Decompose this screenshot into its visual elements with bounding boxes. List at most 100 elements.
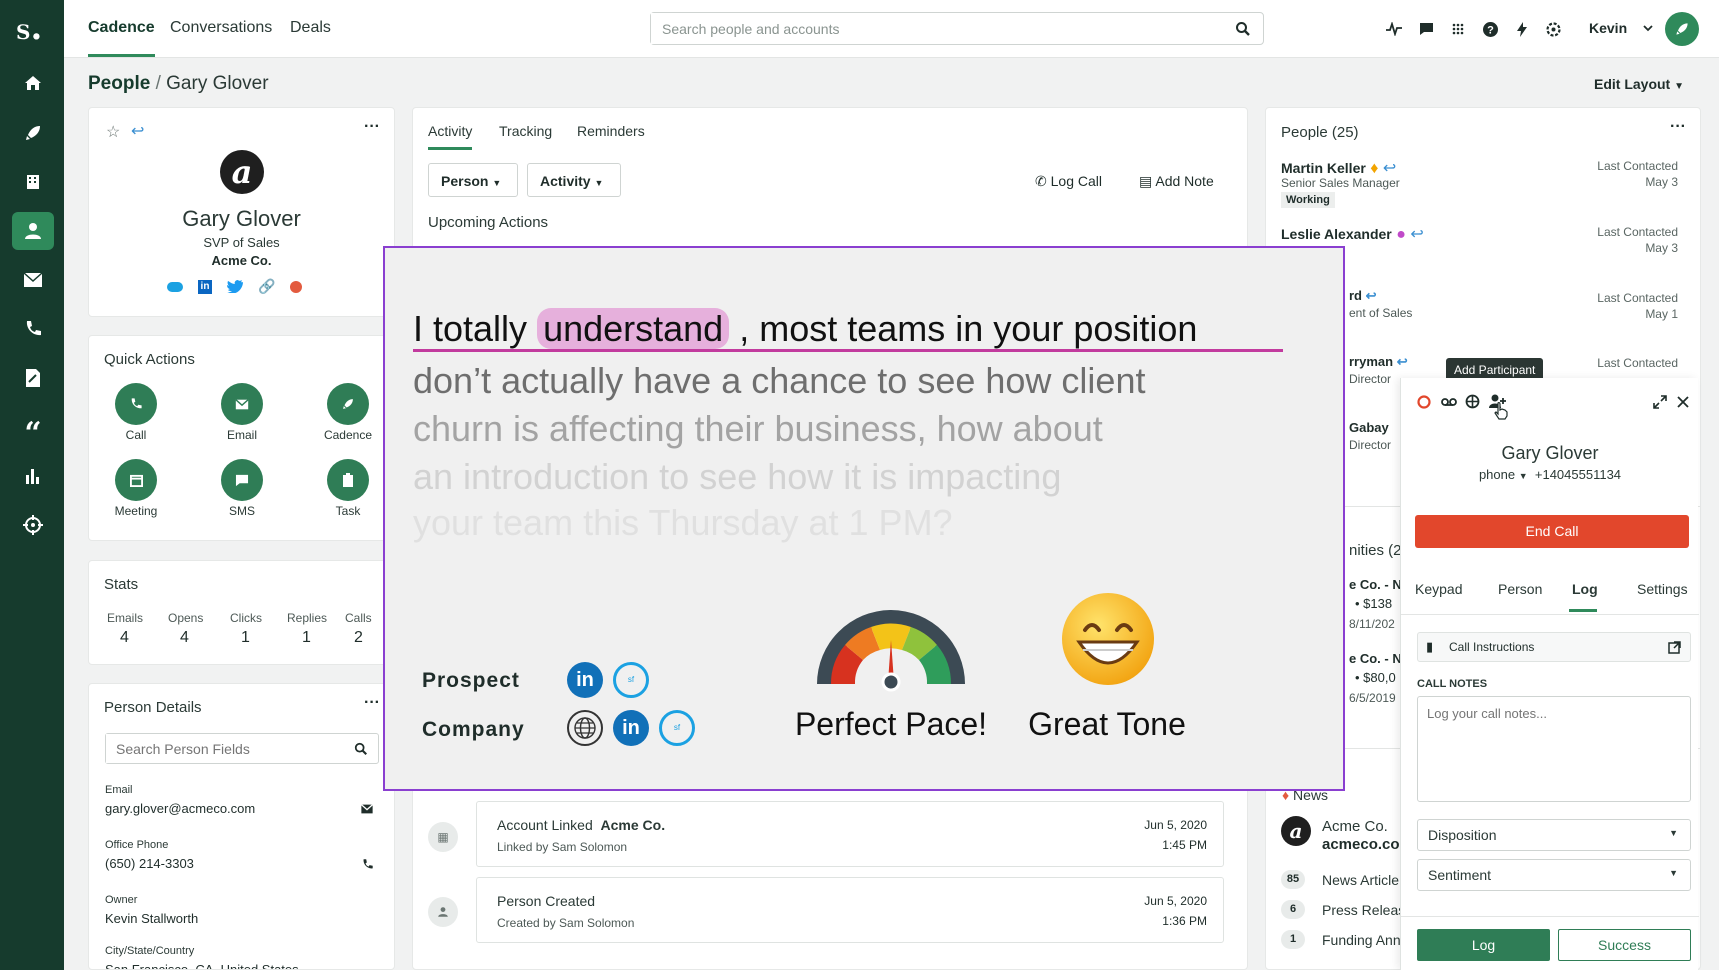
salesforce-icon[interactable]: sf (613, 662, 649, 698)
note-icon: ▤ (1139, 173, 1153, 189)
person-row[interactable]: Leslie Alexander ● ↩ (1281, 224, 1424, 244)
opportunities-title: nities (2) (1349, 542, 1407, 559)
linkedin-icon[interactable]: in (567, 662, 603, 698)
more-options-icon[interactable]: ··· (1670, 118, 1686, 136)
person-name[interactable]: rd ↩ (1349, 288, 1377, 304)
opportunity-amount: • $80,0 (1355, 670, 1396, 685)
expand-icon[interactable] (1653, 395, 1667, 409)
star-icon[interactable]: ☆ (106, 122, 120, 142)
salesforce-icon[interactable] (167, 281, 183, 292)
disposition-select[interactable]: Disposition ▼ (1417, 819, 1691, 851)
task-action-label: Task (335, 504, 361, 518)
task-action-button[interactable] (327, 459, 369, 501)
mail-icon[interactable] (12, 261, 54, 299)
user-avatar[interactable] (1665, 12, 1699, 46)
field-value-email[interactable]: gary.glover@acmeco.com (105, 801, 255, 816)
quote-icon[interactable]: “ (12, 408, 54, 451)
log-call-button[interactable]: ✆ Log Call (1035, 173, 1102, 190)
activity-filter-dropdown[interactable]: Activity ▼ (527, 163, 621, 197)
cadence-action-button[interactable] (327, 383, 369, 425)
add-note-button[interactable]: ▤ Add Note (1139, 173, 1214, 190)
person-name: Leslie Alexander (1281, 226, 1392, 242)
email-action-button[interactable] (221, 383, 263, 425)
phone-icon[interactable] (361, 858, 374, 871)
call-instructions-row[interactable]: ▮ Call Instructions (1417, 632, 1691, 662)
person-name[interactable]: Gabay (1349, 420, 1389, 435)
chevron-down-icon[interactable] (1643, 25, 1653, 32)
feed-item[interactable]: Person Created Created by Sam Solomon Ju… (476, 877, 1224, 943)
open-external-icon[interactable] (1668, 641, 1681, 654)
reply-arrow-icon[interactable]: ↩ (131, 121, 144, 141)
integration-icon[interactable] (290, 280, 303, 293)
sms-action-label: SMS (228, 504, 255, 518)
field-value-phone[interactable]: (650) 214-3303 (105, 856, 194, 871)
link-icon[interactable]: 🔗 (258, 278, 275, 295)
phone-type-select[interactable]: phone (1479, 467, 1515, 482)
upcoming-actions-title: Upcoming Actions (428, 214, 549, 231)
twitter-icon[interactable] (227, 280, 243, 293)
record-icon[interactable] (1417, 395, 1431, 409)
activity-pulse-icon[interactable] (1385, 20, 1403, 38)
news-domain[interactable]: acmeco.co (1322, 836, 1400, 853)
tab-keypad[interactable]: Keypad (1415, 581, 1462, 597)
news-type[interactable]: Press Releas (1322, 902, 1405, 918)
success-button[interactable]: Success (1558, 929, 1691, 961)
target-icon[interactable] (12, 506, 54, 544)
opportunity-name[interactable]: e Co. - N (1349, 577, 1402, 592)
end-call-button[interactable]: End Call (1415, 515, 1689, 548)
search-icon[interactable] (354, 742, 368, 756)
more-options-icon[interactable]: ··· (364, 118, 380, 136)
help-icon[interactable]: ? (1481, 20, 1499, 38)
person-filter-dropdown[interactable]: Person ▼ (428, 163, 518, 197)
phone-icon[interactable] (12, 310, 54, 348)
tab-conversations[interactable]: Conversations (170, 19, 272, 37)
accounts-icon[interactable] (12, 163, 54, 201)
search-input[interactable] (651, 13, 1211, 44)
salesloft-logo[interactable]: S. (16, 8, 42, 48)
home-icon[interactable] (12, 64, 54, 102)
rocket-icon[interactable] (12, 114, 54, 152)
news-type[interactable]: Funding Ann (1322, 932, 1401, 948)
document-icon[interactable] (12, 359, 54, 397)
meeting-action-button[interactable] (115, 459, 157, 501)
person-fields-search-input[interactable] (106, 734, 336, 763)
close-icon[interactable] (1677, 396, 1689, 408)
analytics-icon[interactable] (12, 457, 54, 495)
linkedin-icon[interactable]: in (198, 279, 212, 294)
opportunity-name[interactable]: e Co. - N (1349, 651, 1402, 666)
dialpad-icon[interactable] (1465, 394, 1480, 409)
tab-activity[interactable]: Activity (428, 123, 473, 150)
sms-action-button[interactable] (221, 459, 263, 501)
apps-grid-icon[interactable] (1449, 20, 1467, 38)
chat-icon[interactable] (1417, 20, 1435, 38)
salesforce-icon[interactable]: sf (659, 710, 695, 746)
voicemail-icon[interactable] (1441, 397, 1457, 407)
feed-item[interactable]: Account Linked Acme Co. Linked by Sam So… (476, 801, 1224, 867)
call-action-button[interactable] (115, 383, 157, 425)
linkedin-icon[interactable]: in (613, 710, 649, 746)
tab-cadence[interactable]: Cadence (88, 19, 155, 57)
log-button[interactable]: Log (1417, 929, 1550, 961)
call-notes-textarea[interactable] (1417, 696, 1691, 802)
globe-icon[interactable] (567, 710, 603, 746)
edit-layout-button[interactable]: Edit Layout ▼ (1594, 76, 1684, 92)
people-icon[interactable] (12, 212, 54, 250)
tab-log[interactable]: Log (1572, 581, 1598, 597)
settings-gear-icon[interactable] (1544, 20, 1562, 38)
more-options-icon[interactable]: ··· (364, 694, 380, 712)
user-menu[interactable]: Kevin (1589, 20, 1627, 36)
mail-icon[interactable] (360, 804, 374, 814)
person-row[interactable]: Martin Keller ♦ ↩ (1281, 158, 1396, 178)
tab-tracking[interactable]: Tracking (499, 123, 552, 139)
tab-person[interactable]: Person (1498, 581, 1542, 597)
news-type[interactable]: News Article (1322, 872, 1399, 888)
tab-settings[interactable]: Settings (1637, 581, 1688, 597)
chevron-down-icon[interactable]: ▼ (1519, 471, 1528, 481)
tab-deals[interactable]: Deals (290, 19, 331, 37)
lightning-icon[interactable] (1513, 20, 1531, 38)
search-icon[interactable] (1235, 21, 1251, 37)
sentiment-select[interactable]: Sentiment ▼ (1417, 859, 1691, 891)
person-name[interactable]: rryman ↩ (1349, 354, 1408, 370)
tab-reminders[interactable]: Reminders (577, 123, 645, 139)
breadcrumb-people[interactable]: People (88, 73, 150, 94)
